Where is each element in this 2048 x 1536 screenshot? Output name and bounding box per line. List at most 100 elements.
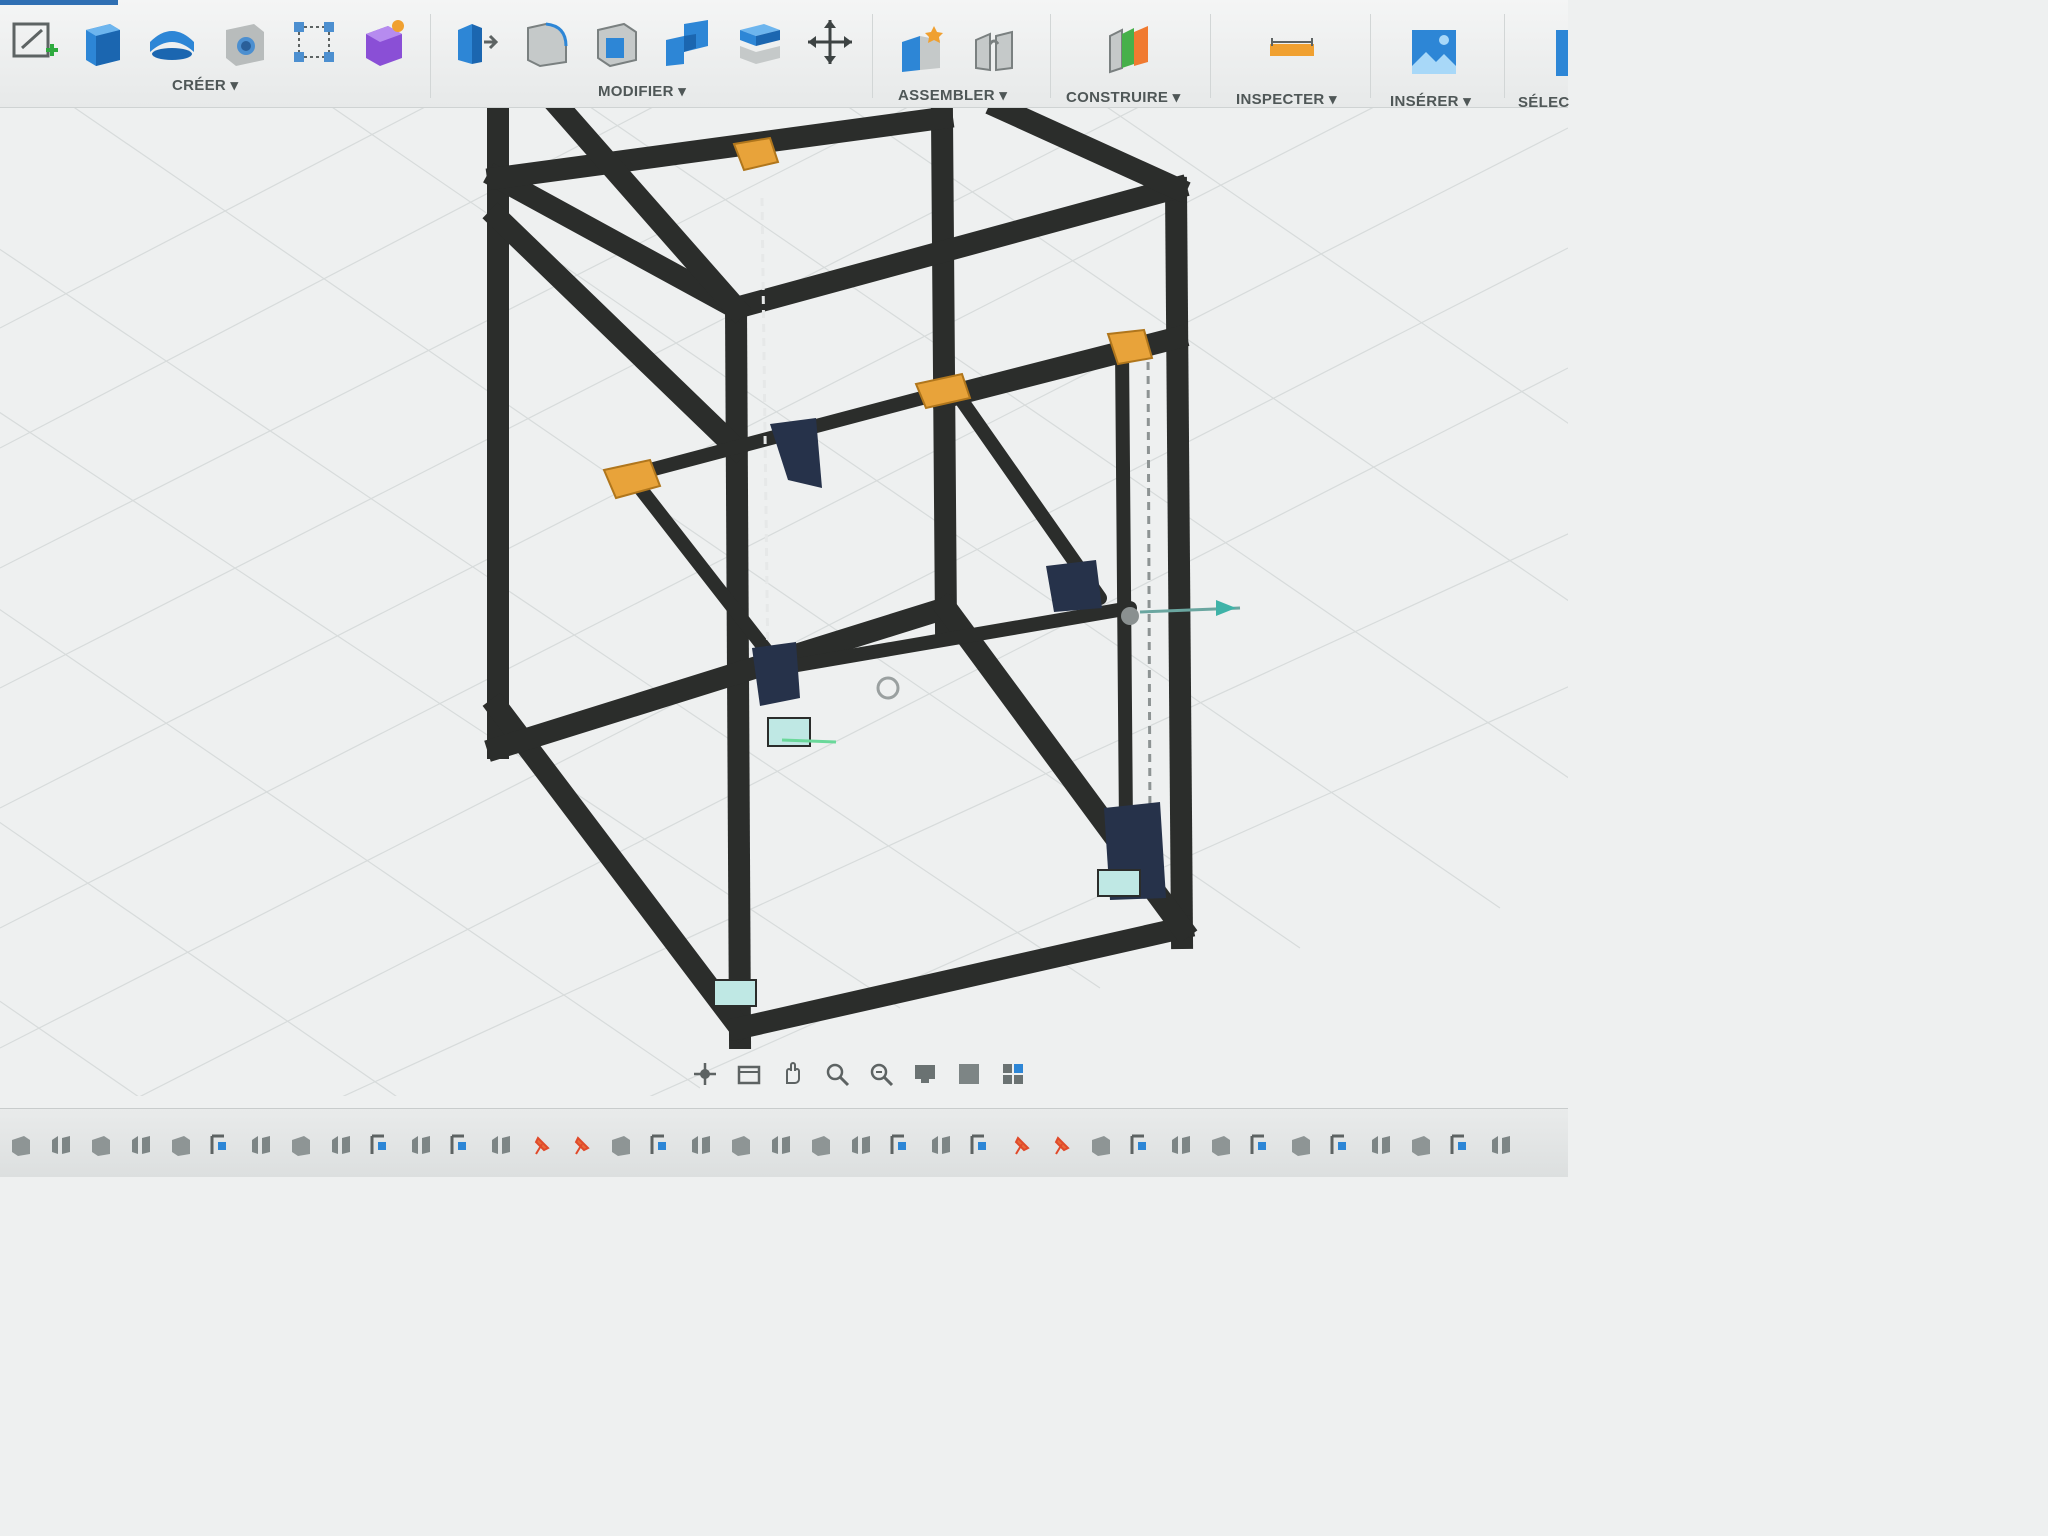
- timeline-feature-joint-icon[interactable]: [486, 1130, 516, 1160]
- visual-style-icon[interactable]: [954, 1059, 984, 1089]
- timeline-feature-joint-icon[interactable]: [766, 1130, 796, 1160]
- zoom-icon[interactable]: [822, 1059, 852, 1089]
- frame-top-diagonal[interactable]: [545, 108, 752, 324]
- plane-icon[interactable]: [1102, 20, 1158, 76]
- timeline-feature-sketch-icon[interactable]: [886, 1130, 916, 1160]
- timeline-feature-pin-icon[interactable]: [566, 1130, 596, 1160]
- timeline-feature-body-icon[interactable]: [806, 1130, 836, 1160]
- timeline-feature-body-icon[interactable]: [606, 1130, 636, 1160]
- history-timeline: [0, 1108, 1568, 1177]
- split-body-icon[interactable]: [732, 14, 788, 70]
- timeline-feature-sketch-icon[interactable]: [646, 1130, 676, 1160]
- measure-icon[interactable]: [1264, 22, 1320, 78]
- timeline-feature-body-icon[interactable]: [1406, 1130, 1436, 1160]
- timeline-feature-pin-icon[interactable]: [1046, 1130, 1076, 1160]
- timeline-feature-sketch-icon[interactable]: [1326, 1130, 1356, 1160]
- look-at-icon[interactable]: [734, 1059, 764, 1089]
- frame-bottom-left-rail[interactable]: [482, 692, 756, 1044]
- timeline-feature-pin-icon[interactable]: [526, 1130, 556, 1160]
- joint-marker-2[interactable]: [713, 979, 757, 1007]
- motor-left[interactable]: [752, 642, 800, 706]
- frame-bottom-back-rail[interactable]: [484, 594, 960, 762]
- zoom-window-icon[interactable]: [866, 1059, 896, 1089]
- group-divider: [1504, 14, 1505, 98]
- timeline-feature-joint-icon[interactable]: [1366, 1130, 1396, 1160]
- timeline-feature-joint-icon[interactable]: [926, 1130, 956, 1160]
- display-settings-icon[interactable]: [910, 1059, 940, 1089]
- sketch-icon[interactable]: [6, 14, 62, 70]
- assemble-menu[interactable]: ASSEMBLER ▾: [898, 86, 1007, 104]
- new-component-icon[interactable]: [894, 20, 950, 76]
- top-bracket[interactable]: [732, 136, 780, 172]
- hole-icon[interactable]: [216, 14, 272, 70]
- belt-right: [1146, 347, 1152, 829]
- navigation-bar: [680, 1054, 1090, 1094]
- inspect-menu[interactable]: INSPECTER ▾: [1236, 90, 1337, 108]
- timeline-feature-body-icon[interactable]: [286, 1130, 316, 1160]
- toolbar: CRÉER ▾ MODIFIER ▾ ASSEMBLER ▾ CONSTRUIR…: [0, 0, 1569, 111]
- carriage-back[interactable]: [770, 418, 822, 488]
- timeline-feature-body-icon[interactable]: [1086, 1130, 1116, 1160]
- press-pull-icon[interactable]: [446, 14, 502, 70]
- pivot-marker: [876, 676, 900, 700]
- combine-icon[interactable]: [660, 14, 716, 70]
- timeline-feature-sketch-icon[interactable]: [1246, 1130, 1276, 1160]
- insert-image-icon[interactable]: [1406, 24, 1462, 80]
- timeline-feature-sketch-icon[interactable]: [446, 1130, 476, 1160]
- timeline-feature-sketch-icon[interactable]: [366, 1130, 396, 1160]
- timeline-feature-joint-icon[interactable]: [1166, 1130, 1196, 1160]
- move-icon[interactable]: [802, 14, 858, 70]
- group-divider: [1370, 14, 1371, 98]
- modify-menu[interactable]: MODIFIER ▾: [598, 82, 686, 100]
- viewports-icon[interactable]: [998, 1059, 1028, 1089]
- z-lead-screw-right[interactable]: [1115, 341, 1133, 835]
- joint-icon[interactable]: [966, 20, 1022, 76]
- revolve-icon[interactable]: [144, 14, 200, 70]
- timeline-feature-joint-icon[interactable]: [246, 1130, 276, 1160]
- frame-top-front-rail[interactable]: [722, 174, 1190, 322]
- bearing-marker: [1121, 607, 1139, 625]
- group-divider: [1050, 14, 1051, 98]
- printer-frame-model[interactable]: [0, 108, 1568, 1096]
- timeline-feature-pin-icon[interactable]: [1006, 1130, 1036, 1160]
- timeline-feature-body-icon[interactable]: [86, 1130, 116, 1160]
- pattern-icon[interactable]: [286, 14, 342, 70]
- timeline-feature-joint-icon[interactable]: [846, 1130, 876, 1160]
- timeline-feature-body-icon[interactable]: [6, 1130, 36, 1160]
- timeline-feature-sketch-icon[interactable]: [1126, 1130, 1156, 1160]
- joint-marker-3[interactable]: [1097, 869, 1141, 897]
- pan-icon[interactable]: [778, 1059, 808, 1089]
- timeline-feature-body-icon[interactable]: [1206, 1130, 1236, 1160]
- timeline-feature-joint-icon[interactable]: [686, 1130, 716, 1160]
- timeline-feature-sketch-icon[interactable]: [206, 1130, 236, 1160]
- orbit-icon[interactable]: [690, 1059, 720, 1089]
- timeline-feature-sketch-icon[interactable]: [1446, 1130, 1476, 1160]
- timeline-feature-joint-icon[interactable]: [1486, 1130, 1516, 1160]
- construct-menu[interactable]: CONSTRUIRE ▾: [1066, 88, 1180, 106]
- select-icon[interactable]: [1540, 24, 1596, 80]
- timeline-feature-joint-icon[interactable]: [126, 1130, 156, 1160]
- motor-right[interactable]: [1046, 560, 1102, 612]
- group-divider: [872, 14, 873, 98]
- timeline-feature-body-icon[interactable]: [1286, 1130, 1316, 1160]
- fillet-icon[interactable]: [518, 14, 574, 70]
- frame-upright-front-right[interactable]: [1164, 176, 1194, 950]
- timeline-feature-joint-icon[interactable]: [326, 1130, 356, 1160]
- frame-bottom-front-rail[interactable]: [726, 914, 1196, 1042]
- shell-icon[interactable]: [588, 14, 644, 70]
- timeline-feature-sketch-icon[interactable]: [966, 1130, 996, 1160]
- axis-x-arrow: [1216, 600, 1236, 616]
- frame-top-right-rail[interactable]: [985, 108, 1191, 203]
- gantry-left-rail[interactable]: [633, 481, 787, 675]
- form-icon[interactable]: [356, 14, 412, 70]
- canvas-viewport[interactable]: [0, 108, 1568, 1096]
- create-menu[interactable]: CRÉER ▾: [172, 76, 238, 94]
- timeline-feature-joint-icon[interactable]: [46, 1130, 76, 1160]
- timeline-feature-body-icon[interactable]: [166, 1130, 196, 1160]
- timeline-feature-body-icon[interactable]: [726, 1130, 756, 1160]
- frame-upright-back-right[interactable]: [930, 108, 958, 640]
- axis-y-hint: [781, 738, 837, 744]
- extrude-icon[interactable]: [74, 14, 130, 70]
- timeline-feature-joint-icon[interactable]: [406, 1130, 436, 1160]
- timeline-track: [6, 1125, 1516, 1165]
